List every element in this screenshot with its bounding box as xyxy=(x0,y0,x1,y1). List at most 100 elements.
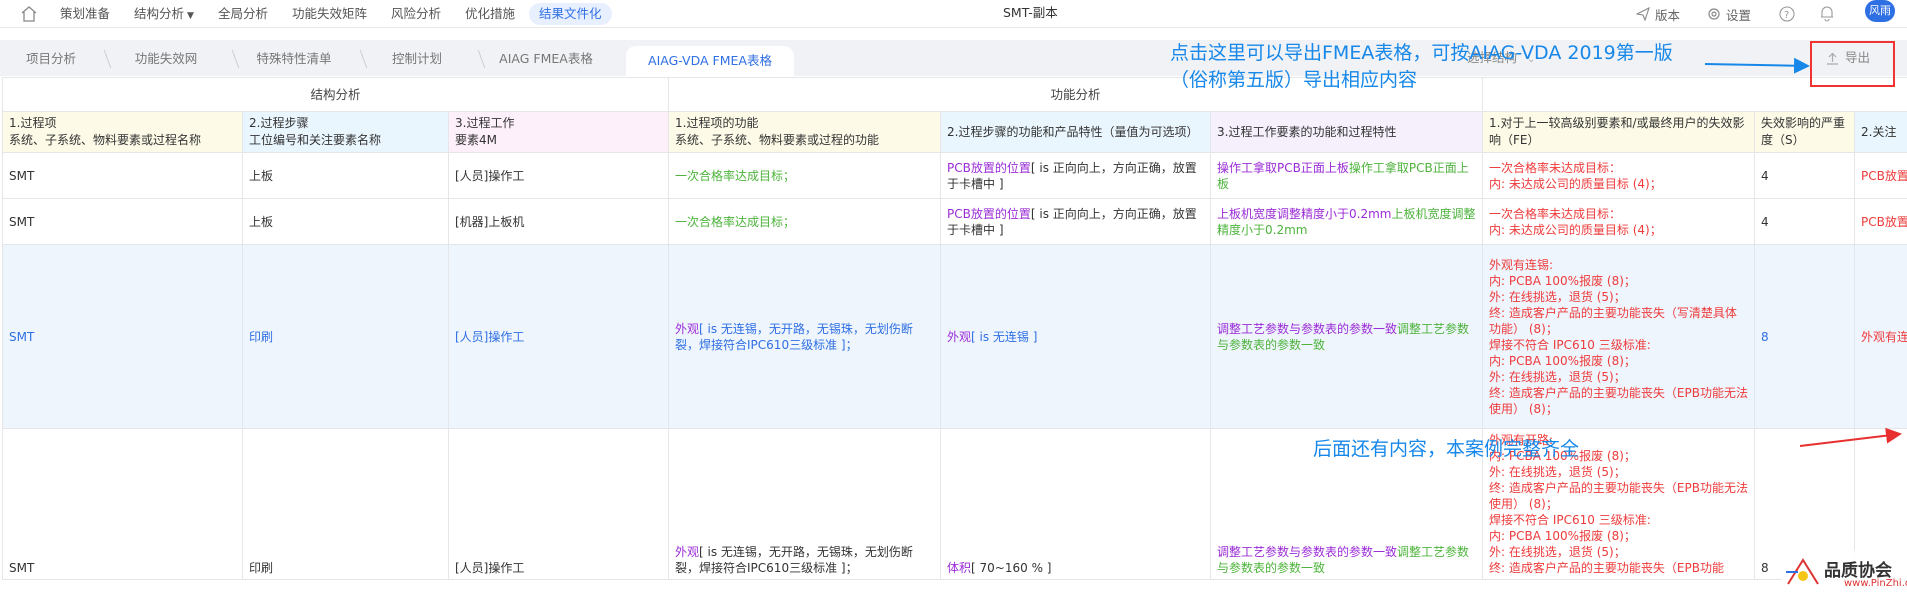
bell-icon[interactable] xyxy=(1819,5,1835,22)
tab-label: 特殊特性清单 xyxy=(256,51,332,66)
header-func-process-item: 1.过程项的功能 系统、子系统、物料要素或过程的功能 xyxy=(668,111,942,153)
cell-func-item[interactable]: 外观[ is 无连锡，无开路，无锡珠，无划伤断裂，焊接符合IPC610三级标准 … xyxy=(668,244,942,429)
cell-work-element[interactable]: [人员]操作工 xyxy=(447,152,670,199)
func-step-name: 外观 xyxy=(947,329,972,344)
func-element-text: 上板机宽度调整精度小于0.2mm xyxy=(1217,206,1392,221)
help-icon[interactable]: ? xyxy=(1779,6,1795,22)
cell-severity[interactable]: 4 xyxy=(1754,152,1856,199)
tab-special-characteristics[interactable]: 特殊特性清单 xyxy=(230,44,368,74)
user-avatar[interactable]: 风雨 xyxy=(1865,0,1895,22)
cell-process-step[interactable]: 上板 xyxy=(242,152,449,199)
watermark-logo: 品质协会 www.PinZhi.org xyxy=(1782,550,1907,592)
tab-label: 项目分析 xyxy=(25,51,76,66)
cell-focus[interactable]: 外观有连 xyxy=(1854,244,1907,429)
home-icon[interactable] xyxy=(20,5,38,23)
cell-func-step[interactable]: 外观[ is 无连锡 ] xyxy=(940,244,1212,429)
cell-func-element[interactable]: 上板机宽度调整精度小于0.2mm上板机宽度调整精度小于0.2mm xyxy=(1210,198,1484,245)
cell-func-item[interactable]: 一次合格率达成目标； xyxy=(668,198,942,245)
header-text: 2.过程步骤 工位编号和关注要素名称 xyxy=(249,116,382,147)
header-failure-effect: 1.对于上一较高级别要素和/或最终用户的失效影响（FE） xyxy=(1482,111,1756,153)
fe-line: 终: 造成客户产品的主要功能丧失（EPB功能 xyxy=(1489,561,1724,575)
fe-line: 内: 未达成公司的质量目标 (4)； xyxy=(1489,176,1662,191)
table-row[interactable]: SMT 上板 [机器]上板机 一次合格率达成目标； PCB放置的位置[ is 正… xyxy=(2,198,1907,245)
nav-structure-label: 结构分析 xyxy=(134,6,185,21)
func-step-spec: [ 70~160 % ] xyxy=(971,561,1052,575)
header-text: 1.对于上一较高级别要素和/或最终用户的失效影响（FE） xyxy=(1489,116,1745,147)
tab-aiag-vda-fmea[interactable]: AIAG-VDA FMEA表格 xyxy=(626,46,794,76)
cell-process-item[interactable]: SMT xyxy=(2,198,243,245)
version-label: 版本 xyxy=(1655,7,1681,23)
nav-structure-analysis[interactable]: 结构分析 ▼ xyxy=(132,3,196,25)
tab-project-analysis[interactable]: 项目分析 xyxy=(0,44,112,74)
tab-control-plan[interactable]: 控制计划 xyxy=(358,44,486,74)
cell-focus[interactable]: PCB放置 xyxy=(1854,198,1907,245)
fe-line: 终: 造成客户产品的主要功能丧失（EPB功能无法使用） (8)； xyxy=(1489,481,1748,511)
func-item-name: 外观 xyxy=(675,321,700,336)
tab-label: 控制计划 xyxy=(391,51,442,66)
fe-line: 外: 在线挑选，退货 (5)； xyxy=(1489,545,1626,559)
cell-work-element[interactable]: [机器]上板机 xyxy=(447,198,670,245)
cell-process-item[interactable]: SMT xyxy=(2,152,243,199)
send-icon xyxy=(1636,7,1650,21)
fe-line: 一次合格率未达成目标： xyxy=(1489,206,1622,221)
fmea-table: 结构分析 功能分析 1.过程项 系统、子系统、物料要素或过程名称 2.过程步骤 … xyxy=(2,77,1907,580)
func-item-spec: [ is 无连锡，无开路，无锡珠，无划伤断裂，焊接符合IPC610三级标准 ]； xyxy=(675,321,913,352)
header-severity: 失效影响的严重度（S） xyxy=(1754,111,1856,153)
cell-failure-effect[interactable]: 一次合格率未达成目标： 内: 未达成公司的质量目标 (4)； xyxy=(1482,152,1756,199)
nav-function-failure-matrix[interactable]: 功能失效矩阵 xyxy=(290,3,369,25)
cell-severity[interactable]: 4 xyxy=(1754,198,1856,245)
cell-process-item[interactable]: SMT xyxy=(2,428,243,580)
cell-func-step[interactable]: PCB放置的位置[ is 正向向上，方向正确，放置于卡槽中 ] xyxy=(940,152,1212,199)
group-structure-analysis: 结构分析 xyxy=(2,77,670,112)
fe-line: 内: PCBA 100%报废 (8)； xyxy=(1489,353,1636,368)
header-text: 2.关注 xyxy=(1861,124,1897,139)
fe-line: 外: 在线挑选，退货 (5)； xyxy=(1489,369,1626,384)
cell-failure-effect[interactable]: 一次合格率未达成目标： 内: 未达成公司的质量目标 (4)； xyxy=(1482,198,1756,245)
header-process-item: 1.过程项 系统、子系统、物料要素或过程名称 xyxy=(2,111,243,153)
table-row[interactable]: SMT 上板 [人员]操作工 一次合格率达成目标； PCB放置的位置[ is 正… xyxy=(2,152,1907,199)
cell-func-element[interactable]: 操作工拿取PCB正面上板操作工拿取PCB正面上板 xyxy=(1210,152,1484,199)
cell-process-step[interactable]: 印刷 xyxy=(242,428,449,580)
table-row[interactable]: SMT 印刷 [人员]操作工 外观[ is 无连锡，无开路，无锡珠，无划伤断裂，… xyxy=(2,428,1907,580)
export-highlight-box xyxy=(1810,41,1895,87)
fmea-table-container[interactable]: 结构分析 功能分析 1.过程项 系统、子系统、物料要素或过程名称 2.过程步骤 … xyxy=(2,77,1907,592)
fe-line: 内: PCBA 100%报废 (8)； xyxy=(1489,273,1636,288)
table-row-selected[interactable]: SMT 印刷 [人员]操作工 外观[ is 无连锡，无开路，无锡珠，无划伤断裂，… xyxy=(2,244,1907,429)
nav-optimization[interactable]: 优化措施 xyxy=(463,3,517,25)
header-focus: 2.关注 xyxy=(1854,111,1907,153)
nav-risk-analysis[interactable]: 风险分析 xyxy=(389,3,443,25)
app-title: SMT-副本 xyxy=(1003,5,1058,20)
cell-func-item[interactable]: 外观[ is 无连锡，无开路，无锡珠，无划伤断裂，焊接符合IPC610三级标准 … xyxy=(668,428,942,580)
cell-focus[interactable]: PCB放置 xyxy=(1854,152,1907,199)
nav-planning[interactable]: 策划准备 xyxy=(58,3,112,25)
settings-link[interactable]: 设置 xyxy=(1707,0,1751,28)
cell-func-step[interactable]: PCB放置的位置[ is 正向向上，方向正确，放置于卡槽中 ] xyxy=(940,198,1212,245)
func-step-name: 体积 xyxy=(947,561,972,575)
header-text: 3.过程工作 要素4M xyxy=(455,116,515,147)
svg-text:?: ? xyxy=(1784,10,1789,21)
cell-work-element[interactable]: [人员]操作工 xyxy=(447,244,670,429)
cell-func-step[interactable]: 体积[ 70~160 % ] xyxy=(940,428,1212,580)
cell-process-item[interactable]: SMT xyxy=(2,244,243,429)
main-nav: 策划准备 结构分析 ▼ 全局分析 功能失效矩阵 风险分析 优化措施 结果文件化 xyxy=(58,0,632,28)
func-step-name: PCB放置的位置 xyxy=(947,206,1031,221)
func-element-text: 调整工艺参数与参数表的参数一致 xyxy=(1217,545,1398,559)
tab-function-failure-net[interactable]: 功能失效网 xyxy=(102,44,240,74)
tab-aiag-fmea[interactable]: AIAG FMEA表格 xyxy=(476,44,616,74)
nav-documentation[interactable]: 结果文件化 xyxy=(529,3,612,25)
header-text: 1.过程项 系统、子系统、物料要素或过程名称 xyxy=(9,116,202,147)
fe-line: 终: 造成客户产品的主要功能丧失（EPB功能无法使用） (8)； xyxy=(1489,385,1748,416)
top-bar: 策划准备 结构分析 ▼ 全局分析 功能失效矩阵 风险分析 优化措施 结果文件化 S… xyxy=(0,0,1907,28)
cell-process-step[interactable]: 印刷 xyxy=(242,244,449,429)
cell-func-element[interactable]: 调整工艺参数与参数表的参数一致调整工艺参数与参数表的参数一致 xyxy=(1210,244,1484,429)
nav-global-analysis[interactable]: 全局分析 xyxy=(216,3,270,25)
export-annotation-text: 点击这里可以导出FMEA表格，可按AIAG-VDA 2019第一版（俗称第五版）… xyxy=(1170,42,1673,91)
version-link[interactable]: 版本 xyxy=(1636,0,1680,28)
cell-work-element[interactable]: [人员]操作工 xyxy=(447,428,670,580)
cell-func-item[interactable]: 一次合格率达成目标； xyxy=(668,152,942,199)
cell-failure-effect[interactable]: 外观有连锡: 内: PCBA 100%报废 (8)； 外: 在线挑选，退货 (5… xyxy=(1482,244,1756,429)
cell-process-step[interactable]: 上板 xyxy=(242,198,449,245)
header-process-step: 2.过程步骤 工位编号和关注要素名称 xyxy=(242,111,449,153)
cell-severity[interactable]: 8 xyxy=(1754,244,1856,429)
func-item-spec: [ is 无连锡，无开路，无锡珠，无划伤断裂，焊接符合IPC610三级标准 ]； xyxy=(675,545,913,575)
